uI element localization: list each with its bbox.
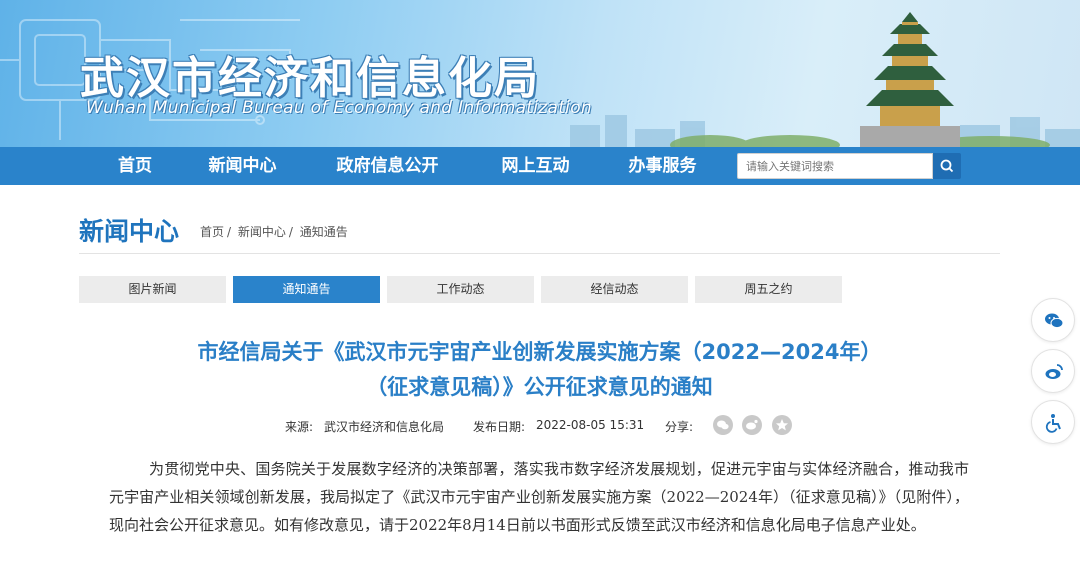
section-title: 新闻中心 <box>79 217 180 246</box>
article-body: 为贯彻党中央、国务院关于发展数字经济的决策部署，落实我市数字经济发展规划，促进元… <box>109 460 969 534</box>
nav-item-services[interactable]: 办事服务 <box>615 147 710 185</box>
site-logo-title[interactable]: 武汉市经济和信息化局 <box>80 42 540 106</box>
breadcrumb-notices[interactable]: 通知通告 <box>300 225 348 239</box>
city-skyline <box>570 115 1080 147</box>
breadcrumb-separator: / <box>288 225 293 239</box>
tab-friday-meeting[interactable]: 周五之约 <box>695 276 842 303</box>
share-favorite-icon[interactable] <box>772 415 792 435</box>
date-value: 2022-08-05 15:31 <box>536 418 645 432</box>
divider <box>79 253 1000 254</box>
search-box <box>737 153 961 179</box>
site-banner: 武汉市经济和信息化局 Wuhan Municipal Bureau of Eco… <box>0 0 1080 147</box>
site-logo-subtitle: Wuhan Municipal Bureau of Economy and In… <box>86 98 592 118</box>
breadcrumb-separator: / <box>227 225 232 239</box>
nav-item-home[interactable]: 首页 <box>95 147 175 185</box>
side-weibo-button[interactable] <box>1031 349 1075 393</box>
date-label: 发布日期: <box>473 420 526 434</box>
article-title-line1: 市经信局关于《武汉市元宇宙产业创新发展实施方案（2022—2024年） <box>197 340 882 364</box>
breadcrumb-home[interactable]: 首页 <box>200 225 224 239</box>
weibo-icon <box>1045 364 1063 379</box>
wechat-icon <box>1045 313 1064 329</box>
side-accessibility-button[interactable] <box>1031 400 1075 444</box>
accessibility-icon <box>1045 414 1061 433</box>
share-wechat-icon[interactable] <box>713 415 733 435</box>
nav-item-gov-info[interactable]: 政府信息公开 <box>320 147 455 185</box>
share-weibo-icon[interactable] <box>742 415 762 435</box>
breadcrumb-news[interactable]: 新闻中心 <box>238 225 286 239</box>
tab-photo-news[interactable]: 图片新闻 <box>79 276 226 303</box>
share-label: 分享: <box>665 420 694 434</box>
source-label: 来源: <box>285 420 314 434</box>
side-wechat-button[interactable] <box>1031 298 1075 342</box>
yellow-crane-tower-image <box>860 12 960 147</box>
breadcrumb: 首页 / 新闻中心 / 通知通告 <box>200 223 351 240</box>
search-input[interactable] <box>737 153 933 179</box>
nav-item-news[interactable]: 新闻中心 <box>195 147 290 185</box>
search-icon <box>940 159 954 173</box>
nav-item-interaction[interactable]: 网上互动 <box>488 147 583 185</box>
tab-economy-updates[interactable]: 经信动态 <box>541 276 688 303</box>
source-value: 武汉市经济和信息化局 <box>324 420 445 434</box>
tab-work-updates[interactable]: 工作动态 <box>387 276 534 303</box>
tab-notices[interactable]: 通知通告 <box>233 276 380 303</box>
search-button[interactable] <box>933 153 961 179</box>
article-title-line2: （征求意见稿）》公开征求意见的通知 <box>366 375 713 399</box>
